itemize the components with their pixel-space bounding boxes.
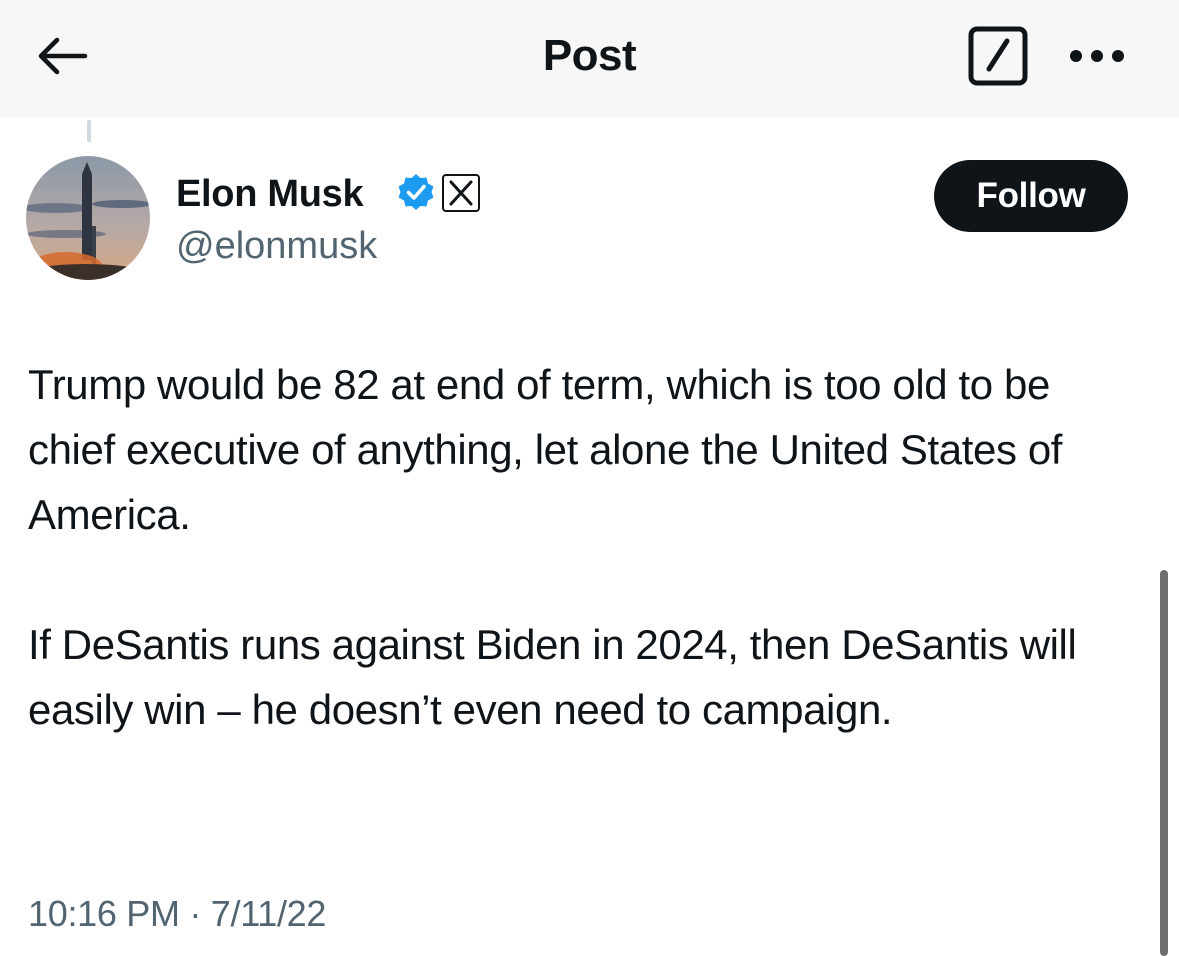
thread-connector: [87, 120, 91, 142]
post-detail-screen: Post Elon Musk @elonmusk Follow Trump wo…: [0, 0, 1179, 956]
more-options-button[interactable]: [1060, 26, 1134, 86]
compose-icon: [968, 26, 1028, 86]
author-handle[interactable]: @elonmusk: [176, 222, 377, 270]
scrollbar[interactable]: [1160, 570, 1168, 956]
rocket-launch-avatar-image: [26, 156, 150, 280]
more-horizontal-icon: [1070, 50, 1124, 62]
author-name[interactable]: Elon Musk: [176, 170, 364, 218]
avatar[interactable]: [26, 156, 150, 280]
post-body: Trump would be 82 at end of term, which …: [28, 352, 1138, 742]
verified-badge-icon: [398, 174, 434, 210]
post-paragraph: If DeSantis runs against Biden in 2024, …: [28, 621, 1077, 733]
compose-button[interactable]: [966, 24, 1030, 88]
post-timestamp[interactable]: 10:16 PM · 7/11/22: [28, 890, 326, 938]
x-logo-icon: [442, 174, 480, 212]
follow-button[interactable]: Follow: [934, 160, 1128, 232]
post-paragraph: Trump would be 82 at end of term, which …: [28, 361, 1063, 538]
top-bar: Post: [0, 0, 1179, 118]
